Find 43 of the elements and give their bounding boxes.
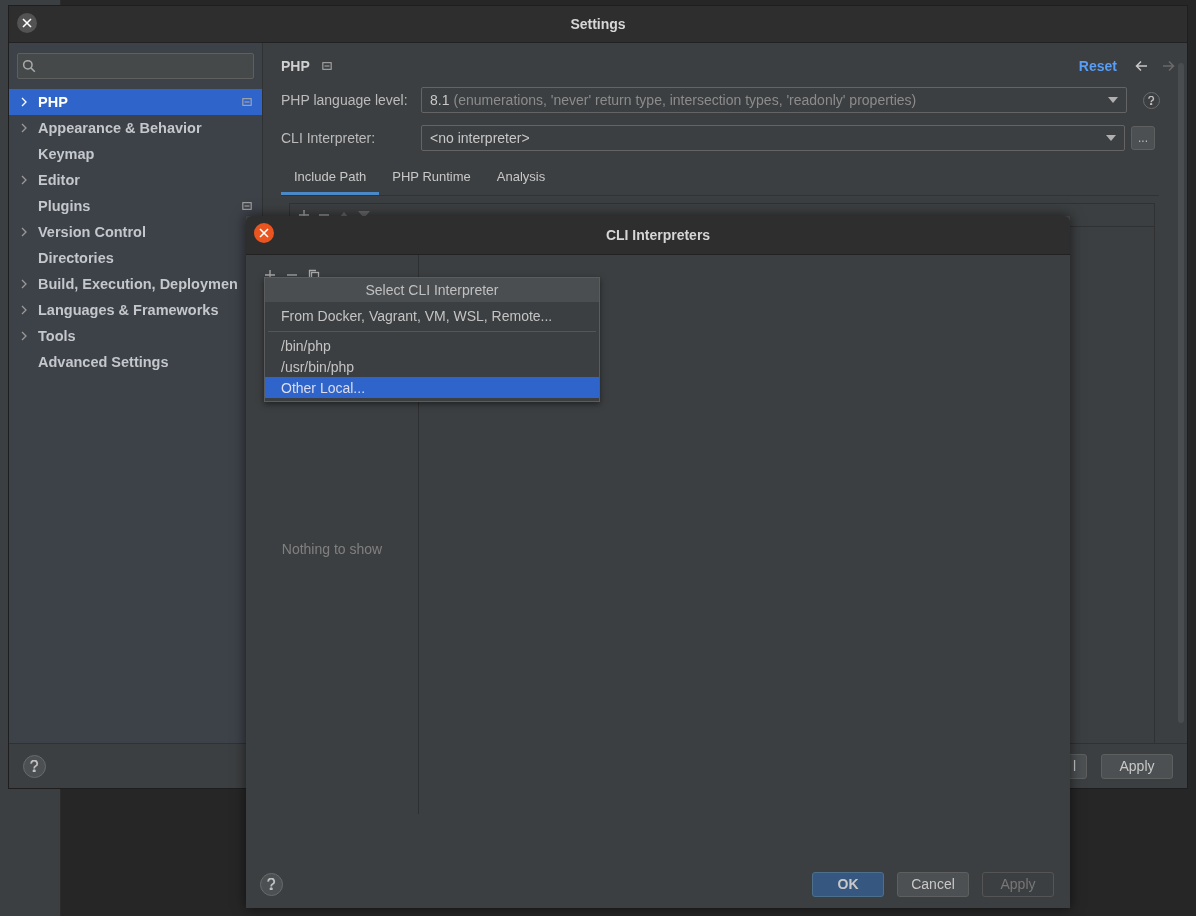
sidebar-item[interactable]: Editor — [9, 167, 262, 193]
help-button[interactable] — [260, 872, 283, 896]
menu-item[interactable]: /bin/php — [265, 335, 599, 356]
browse-button[interactable]: ... — [1131, 126, 1155, 150]
window-icon — [242, 97, 252, 107]
popup-title: Select CLI Interpreter — [265, 278, 599, 302]
sidebar-item[interactable]: Plugins — [9, 193, 262, 219]
tab[interactable]: Include Path — [281, 163, 380, 195]
window-icon — [242, 201, 252, 211]
window-title: Settings — [570, 16, 626, 32]
help-button[interactable] — [23, 754, 46, 778]
menu-item[interactable]: /usr/bin/php — [265, 356, 599, 377]
apply-button[interactable]: Apply — [1101, 753, 1173, 779]
close-icon — [259, 228, 269, 238]
page-title: PHP — [281, 58, 310, 74]
dropdown-arrow-icon — [1106, 135, 1116, 141]
tab[interactable]: PHP Runtime — [379, 163, 484, 195]
close-button[interactable] — [17, 13, 37, 33]
question-mark-icon — [267, 878, 276, 890]
search-field[interactable] — [17, 53, 254, 79]
reset-link[interactable]: Reset — [1078, 58, 1117, 74]
empty-message: Nothing to show — [281, 540, 383, 557]
dropdown-arrow-icon — [1108, 97, 1118, 103]
dropdown-field[interactable]: 8.1 (enumerations, 'never' return type, intersection types, 'readonly' properties) — [421, 87, 1127, 113]
back-arrow-icon[interactable] — [1135, 60, 1148, 72]
close-icon — [22, 18, 32, 28]
ok-button[interactable]: OK — [812, 871, 884, 897]
menu-item[interactable]: Other Local... — [265, 377, 599, 398]
tab[interactable]: Analysis — [483, 163, 559, 195]
question-mark-icon — [30, 760, 39, 772]
menu-item[interactable]: From Docker, Vagrant, VM, WSL, Remote... — [265, 305, 599, 326]
sidebar-item[interactable]: PHP — [9, 89, 262, 115]
close-button[interactable] — [254, 223, 274, 243]
field-label: CLI Interpreter: — [281, 130, 377, 146]
field-label: PHP language level: — [281, 92, 409, 108]
sidebar-item[interactable]: Keymap — [9, 141, 262, 167]
dropdown-field[interactable]: <no interpreter> — [421, 125, 1125, 151]
window-icon — [321, 61, 332, 71]
sidebar-item[interactable]: Appearance & Behavior — [9, 115, 262, 141]
search-icon — [22, 59, 36, 73]
cancel-button[interactable]: Cancel — [897, 871, 969, 897]
dialog-title: CLI Interpreters — [605, 227, 711, 243]
question-mark-icon — [1148, 95, 1155, 105]
